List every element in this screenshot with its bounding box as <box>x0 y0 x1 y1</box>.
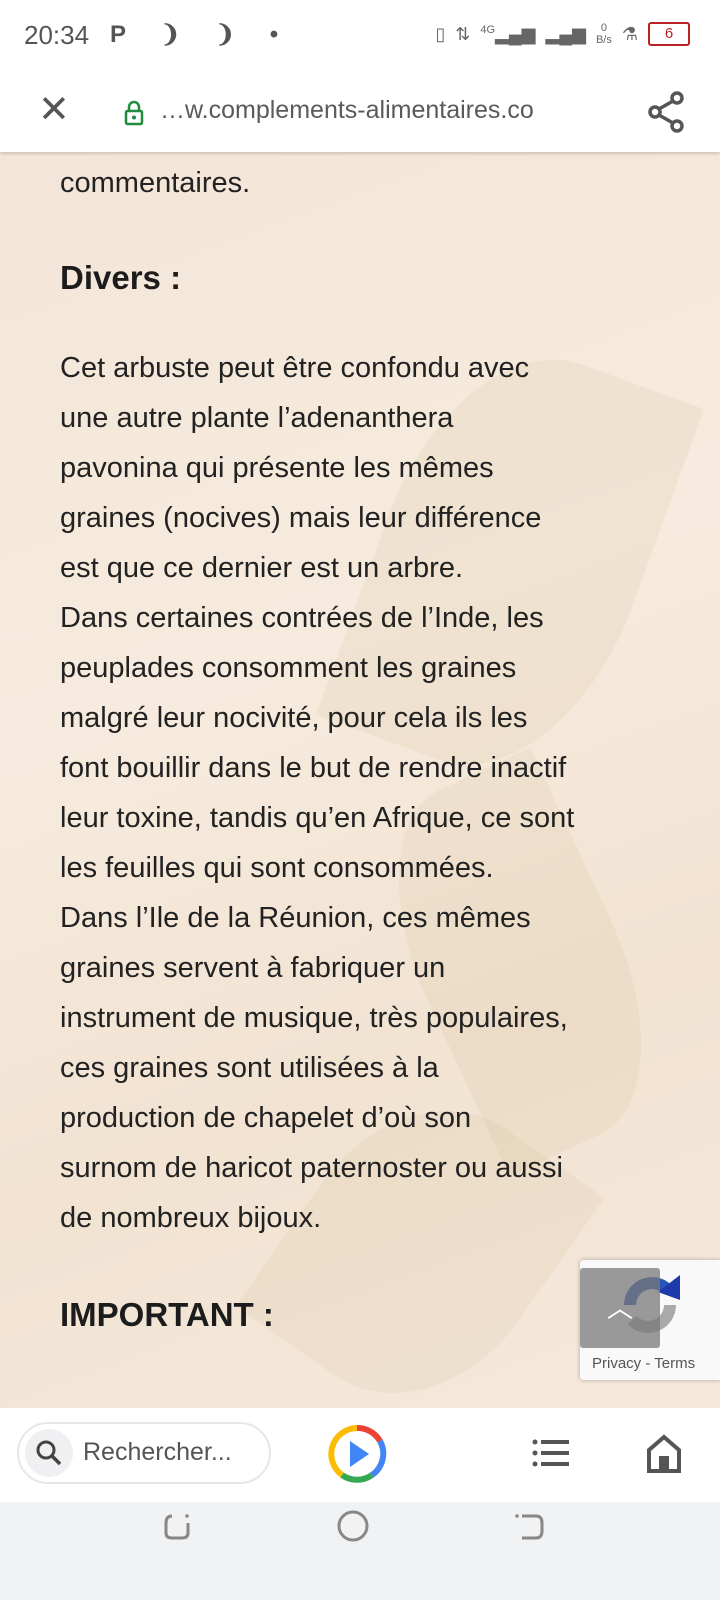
article-content: commentaires. Divers : Cet arbuste peut … <box>0 152 720 1408</box>
recents-icon[interactable] <box>160 1506 200 1546</box>
article-text-line: une autre plante l’adenanthera <box>60 402 454 434</box>
heading-important: IMPORTANT : <box>60 1296 274 1333</box>
article-text-line: les feuilles qui sont consommées. <box>60 852 494 884</box>
search-placeholder: Rechercher... <box>83 1438 232 1466</box>
list-icon[interactable] <box>532 1438 572 1468</box>
url-bar: ✕ …w.complements-alimentaires.co <box>0 72 720 152</box>
net-speed: 0 B/s <box>595 22 612 46</box>
home-icon[interactable] <box>646 1434 682 1474</box>
article-text-line: Dans certaines contrées de l’Inde, les <box>60 602 544 634</box>
search-input[interactable]: Rechercher... <box>17 1422 271 1484</box>
url-text[interactable]: …w.complements-alimentaires.co <box>160 96 534 125</box>
heading-divers: Divers : <box>60 259 182 296</box>
back-icon[interactable] <box>512 1506 552 1546</box>
article-text-line: leur toxine, tandis qu’en Afrique, ce so… <box>60 802 575 834</box>
scroll-to-top-button[interactable]: ︿ <box>580 1268 660 1348</box>
article-text-line: commentaires. <box>60 167 251 199</box>
article-text-line: font bouillir dans le but de rendre inac… <box>60 752 567 784</box>
close-icon[interactable]: ✕ <box>38 90 70 130</box>
article-text-line: malgré leur nocivité, pour cela ils les <box>60 702 528 734</box>
status-bar: 20:34 P ❩ ❩ • ▯ ⇅ 4G▂▄▆ ▂▄▆ 0 B/s ⚗ 6 <box>0 0 720 72</box>
article-text-line: pavonina qui présente les mêmes <box>60 452 494 484</box>
recaptcha-links[interactable]: Privacy - Terms <box>592 1355 695 1372</box>
article-text-line: de nombreux bijoux. <box>60 1202 322 1234</box>
signal-icon-2: ▂▄▆ <box>545 23 586 44</box>
article-text-line: est que ce dernier est un arbre. <box>60 552 464 584</box>
article-text-line: production de chapelet d’où son <box>60 1102 472 1134</box>
article-text-line: graines servent à fabriquer un <box>60 952 446 984</box>
search-icon <box>25 1429 73 1477</box>
play-icon[interactable] <box>327 1424 387 1484</box>
article-text-line: ces graines sont utilisées à la <box>60 1052 439 1084</box>
chevron-up-icon: ︿ <box>606 1293 633 1323</box>
system-icons: ▯ ⇅ 4G▂▄▆ ▂▄▆ 0 B/s ⚗ 6 <box>435 22 690 46</box>
share-icon[interactable] <box>646 90 686 134</box>
vibrate-icon: ▯ <box>435 23 446 44</box>
bottom-toolbar: Rechercher... <box>0 1408 720 1502</box>
notification-icons: P ❩ ❩ • <box>110 21 293 48</box>
article-text-line: instrument de musique, très populaires, <box>60 1002 568 1034</box>
article-text-line: Cet arbuste peut être confondu avec <box>60 352 530 384</box>
signal-icon: 4G▂▄▆ <box>480 23 536 44</box>
article-text-line: surnom de haricot paternoster ou aussi <box>60 1152 563 1184</box>
battery-icon: 6 <box>648 22 690 46</box>
data-arrows-icon: ⇅ <box>455 23 471 44</box>
article-text-line: graines (nocives) mais leur différence <box>60 502 542 534</box>
article-text-line: Dans l’Ile de la Réunion, ces mêmes <box>60 902 531 934</box>
flask-icon: ⚗ <box>621 23 638 44</box>
article-text-line: peuplades consomment les graines <box>60 652 517 684</box>
home-nav-icon[interactable] <box>336 1506 376 1546</box>
clock: 20:34 <box>24 20 90 50</box>
system-nav-bar <box>0 1502 720 1600</box>
lock-icon <box>124 100 144 126</box>
